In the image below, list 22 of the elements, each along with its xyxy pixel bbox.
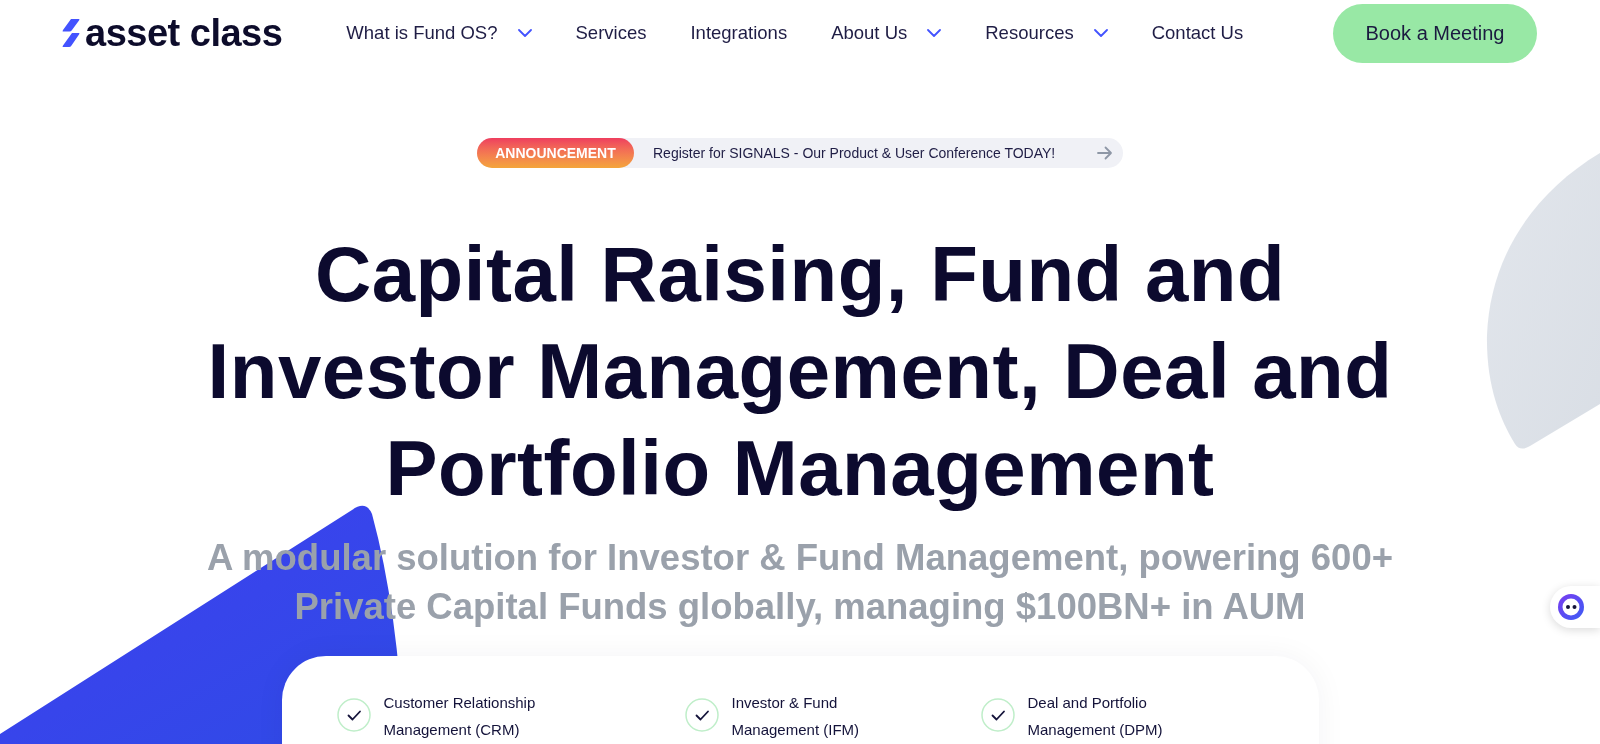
nav-item[interactable]: About Us	[831, 19, 942, 47]
check-circle-icon	[980, 698, 1015, 732]
nav-item[interactable]: Services	[575, 19, 647, 47]
arrow-right-icon	[1097, 146, 1113, 160]
logo-text: asset class	[85, 14, 283, 52]
book-meeting-button[interactable]: Book a Meeting	[1333, 3, 1537, 63]
hero-heading: Capital Raising, Fund and Investor Management, Deal and Portfolio Management	[207, 229, 1393, 514]
feature-label: Investor & Fund Management (IFM)	[731, 693, 861, 740]
feature-label: Deal and Portfolio Management (DPM)	[1027, 693, 1164, 740]
announcement-text: Register for SIGNALS - Our Product & User Conference TODAY!	[653, 143, 1056, 163]
feature-label: Customer Relationship Management (CRM)	[383, 693, 537, 740]
nav-item[interactable]: Resources	[985, 19, 1108, 47]
nav-item[interactable]: Integrations	[690, 19, 788, 47]
announcement-badge: ANNOUNCEMENT	[477, 138, 634, 168]
chat-bot-icon	[1558, 594, 1584, 620]
chat-widget-button[interactable]	[1550, 586, 1600, 628]
nav-item[interactable]: What is Fund OS?	[346, 19, 532, 47]
check-circle-icon	[684, 698, 719, 732]
check-circle-icon	[336, 698, 371, 732]
nav-item[interactable]: Contact Us	[1151, 19, 1244, 47]
announcement-banner[interactable]: ANNOUNCEMENT Register for SIGNALS - Our Product & User Conference TODAY!	[477, 138, 1123, 168]
logo-icon	[62, 19, 80, 47]
